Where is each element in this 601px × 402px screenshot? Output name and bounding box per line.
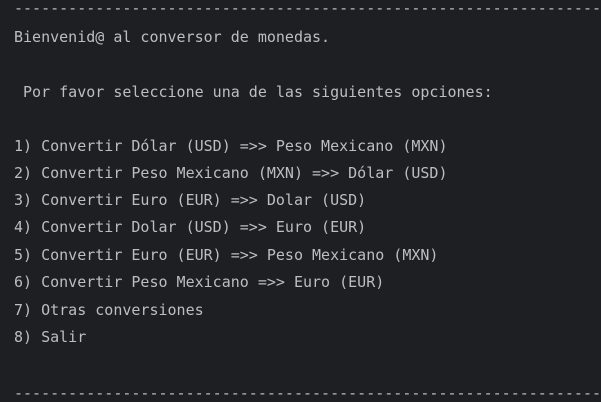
welcome-text: Bienvenid@ al conversor de monedas. — [14, 28, 331, 46]
console-output: ----------------------------------------… — [0, 0, 601, 402]
option-2: 2) Convertir Peso Mexicano (MXN) =>> Dól… — [14, 164, 448, 182]
option-5: 5) Convertir Euro (EUR) =>> Peso Mexican… — [14, 246, 439, 264]
option-4: 4) Convertir Dolar (USD) =>> Euro (EUR) — [14, 218, 367, 236]
prompt-text: Por favor seleccione una de las siguient… — [14, 83, 493, 101]
top-separator: ----------------------------------------… — [14, 0, 601, 17]
option-1: 1) Convertir Dólar (USD) =>> Peso Mexica… — [14, 137, 448, 155]
option-3: 3) Convertir Euro (EUR) =>> Dolar (USD) — [14, 191, 367, 209]
option-6: 6) Convertir Peso Mexicano =>> Euro (EUR… — [14, 273, 385, 291]
option-8: 8) Salir — [14, 328, 87, 346]
option-7: 7) Otras conversiones — [14, 301, 204, 319]
bottom-separator: ----------------------------------------… — [14, 384, 601, 402]
